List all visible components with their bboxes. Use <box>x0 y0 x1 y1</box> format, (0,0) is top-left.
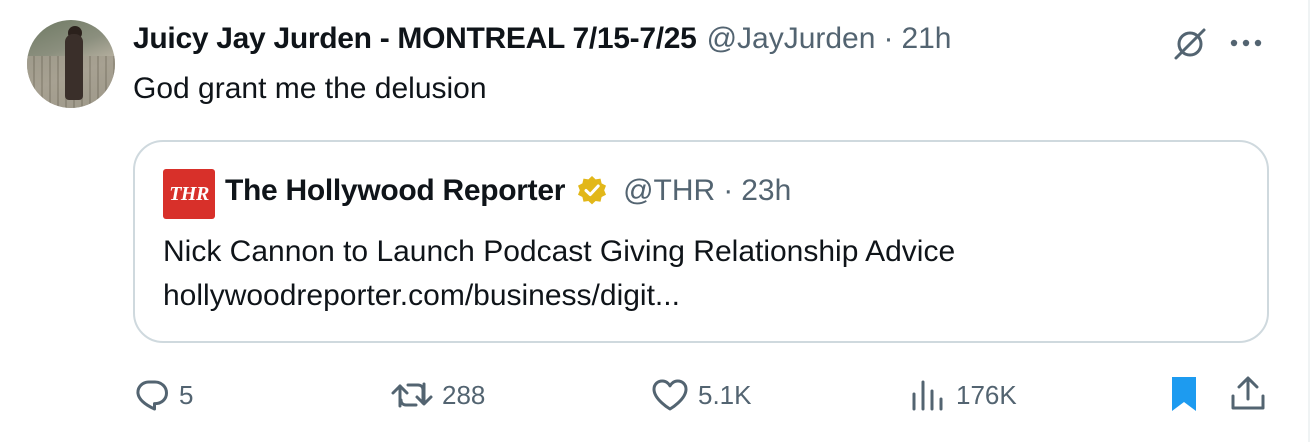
separator-dot: · <box>883 22 894 55</box>
grok-icon[interactable] <box>1170 24 1210 64</box>
share-icon[interactable] <box>1228 374 1268 414</box>
author-name[interactable]: Juicy Jay Jurden - MONTREAL 7/15-7/25 <box>133 22 697 56</box>
bookmark-icon[interactable] <box>1166 374 1202 414</box>
views-button[interactable]: 176K <box>908 372 1017 418</box>
repost-button[interactable]: 288 <box>390 372 485 418</box>
quoted-author-name[interactable]: The Hollywood Reporter <box>225 174 565 208</box>
like-button[interactable]: 5.1K <box>650 372 752 418</box>
like-icon <box>652 379 688 411</box>
tweet-header: Juicy Jay Jurden - MONTREAL 7/15-7/25 @J… <box>133 22 952 62</box>
quoted-tweet-timestamp[interactable]: 23h <box>741 174 791 208</box>
like-count: 5.1K <box>698 379 752 410</box>
avatar-figure <box>65 34 83 100</box>
tweet-timestamp[interactable]: 21h <box>901 22 951 56</box>
quoted-tweet-text: Nick Cannon to Launch Podcast Giving Rel… <box>163 230 955 318</box>
views-icon <box>912 380 943 411</box>
quoted-tweet-card[interactable]: THR The Hollywood Reporter @THR · 23h Ni… <box>133 140 1269 343</box>
avatar[interactable] <box>27 20 115 108</box>
quoted-tweet-header: The Hollywood Reporter @THR · 23h <box>225 174 791 208</box>
verified-badge-icon <box>578 176 607 205</box>
quoted-separator-dot: · <box>723 174 734 207</box>
author-handle[interactable]: @JayJurden <box>707 22 876 56</box>
reply-icon <box>136 380 168 411</box>
views-count: 176K <box>956 379 1017 410</box>
quoted-tweet-headline: Nick Cannon to Launch Podcast Giving Rel… <box>163 235 956 268</box>
repost-count: 288 <box>442 379 486 410</box>
more-icon[interactable] <box>1226 28 1266 58</box>
thr-logo-text: THR <box>169 182 209 205</box>
reply-count: 5 <box>179 379 194 410</box>
quoted-tweet-link[interactable]: hollywoodreporter.com/business/digit... <box>163 274 955 318</box>
quoted-author-handle[interactable]: @THR <box>623 174 715 208</box>
thr-logo[interactable]: THR <box>163 169 215 219</box>
tweet-text: God grant me the delusion <box>133 72 487 105</box>
repost-icon <box>391 382 433 408</box>
reply-button[interactable]: 5 <box>133 372 193 418</box>
